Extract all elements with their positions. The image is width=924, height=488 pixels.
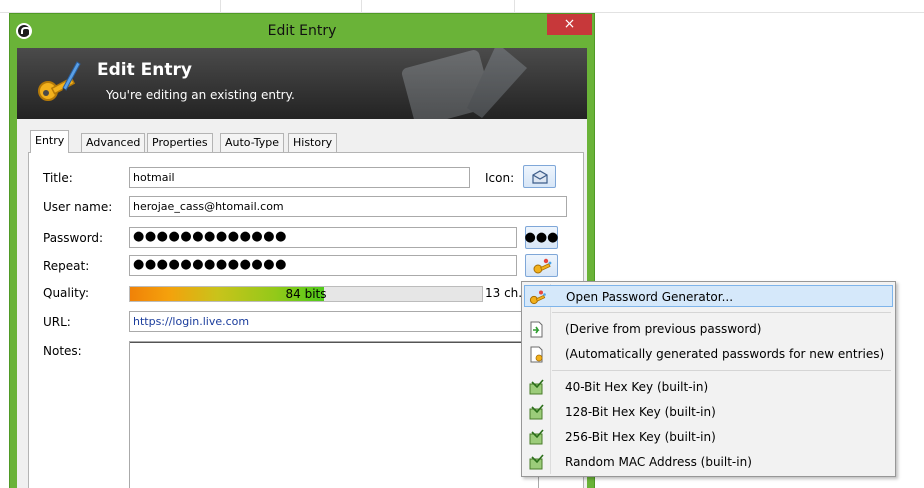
menu-separator: [552, 370, 891, 371]
password-label: Password:: [43, 231, 104, 245]
auto-generate-document-icon: [530, 346, 543, 363]
password-generator-icon: [529, 290, 546, 305]
close-button[interactable]: ×: [547, 14, 592, 35]
character-count: 13 ch.: [485, 286, 523, 300]
title-label: Title:: [43, 171, 73, 185]
derive-document-icon: [530, 321, 543, 338]
password-quality-text: 84 bits: [285, 287, 327, 301]
repeat-label: Repeat:: [43, 259, 90, 273]
menu-item-label: 128-Bit Hex Key (built-in): [565, 405, 716, 419]
password-generator-menu: Open Password Generator... (Derive from …: [521, 281, 896, 477]
menu-item-auto-generated[interactable]: (Automatically generated passwords for n…: [524, 343, 893, 365]
icon-label: Icon:: [485, 171, 515, 185]
quality-label: Quality:: [43, 286, 90, 300]
menu-item-label: (Derive from previous password): [565, 322, 762, 336]
banner-watermark-icon: [401, 48, 527, 119]
username-input[interactable]: herojae_cass@htomail.com: [129, 196, 567, 217]
menu-item-label: (Automatically generated passwords for n…: [565, 347, 885, 361]
reveal-password-button[interactable]: ●●●: [524, 226, 559, 249]
url-label: URL:: [43, 315, 71, 329]
toolbar-separator: [220, 0, 221, 13]
menu-item-label: 256-Bit Hex Key (built-in): [565, 430, 716, 444]
username-label: User name:: [43, 200, 113, 214]
title-input[interactable]: hotmail: [129, 167, 470, 188]
menu-item-label: Open Password Generator...: [566, 290, 734, 304]
tab-history[interactable]: History: [288, 133, 338, 152]
edit-key-icon: [38, 61, 81, 101]
password-generator-button[interactable]: [525, 254, 558, 277]
menu-item-label: 40-Bit Hex Key (built-in): [565, 380, 709, 394]
envelope-icon: [531, 169, 548, 184]
profile-icon: [529, 429, 544, 445]
title-bar[interactable]: Edit Entry ×: [10, 14, 594, 48]
tab-auto-type[interactable]: Auto-Type: [220, 133, 284, 152]
menu-item-256-bit-hex-key[interactable]: 256-Bit Hex Key (built-in): [524, 426, 893, 448]
menu-item-128-bit-hex-key[interactable]: 128-Bit Hex Key (built-in): [524, 401, 893, 423]
tab-advanced[interactable]: Advanced: [81, 133, 146, 152]
menu-item-label: Random MAC Address (built-in): [565, 455, 752, 469]
notes-label: Notes:: [43, 344, 82, 358]
profile-icon: [529, 454, 544, 470]
menu-item-random-mac-address[interactable]: Random MAC Address (built-in): [524, 451, 893, 473]
banner-subtitle: You're editing an existing entry.: [106, 88, 295, 102]
repeat-password-input[interactable]: ●●●●●●●●●●●●●: [129, 255, 517, 276]
toolbar-separator: [514, 0, 515, 13]
window-title: Edit Entry: [267, 23, 337, 39]
profile-icon: [529, 379, 544, 395]
profile-icon: [529, 404, 544, 420]
tab-entry[interactable]: Entry: [30, 130, 70, 153]
entry-tab-panel: Title: hotmail Icon: User name: herojae_…: [28, 152, 584, 488]
password-input[interactable]: ●●●●●●●●●●●●●: [129, 227, 517, 248]
screen: Edit Entry × Edit Entry You're editing a…: [0, 0, 924, 488]
banner: Edit Entry You're editing an existing en…: [17, 48, 587, 119]
dialog-body: Entry Advanced Properties Auto-Type Hist…: [17, 119, 587, 488]
url-input[interactable]: https://login.live.com: [129, 311, 539, 332]
menu-item-open-password-generator[interactable]: Open Password Generator...: [524, 285, 893, 307]
notes-textarea[interactable]: [129, 341, 539, 488]
password-quality-bar: 84 bits: [129, 286, 483, 302]
menu-item-40-bit-hex-key[interactable]: 40-Bit Hex Key (built-in): [524, 376, 893, 398]
toolbar-separator: [361, 0, 362, 13]
menu-item-derive-previous[interactable]: (Derive from previous password): [524, 318, 893, 340]
icon-picker-button[interactable]: [523, 165, 556, 188]
banner-heading: Edit Entry: [97, 60, 192, 80]
tab-properties[interactable]: Properties: [147, 133, 213, 152]
background-app-toolbar: [0, 0, 924, 13]
edit-entry-window: Edit Entry × Edit Entry You're editing a…: [9, 13, 595, 488]
menu-separator: [552, 312, 891, 313]
generator-key-icon: [533, 258, 551, 273]
